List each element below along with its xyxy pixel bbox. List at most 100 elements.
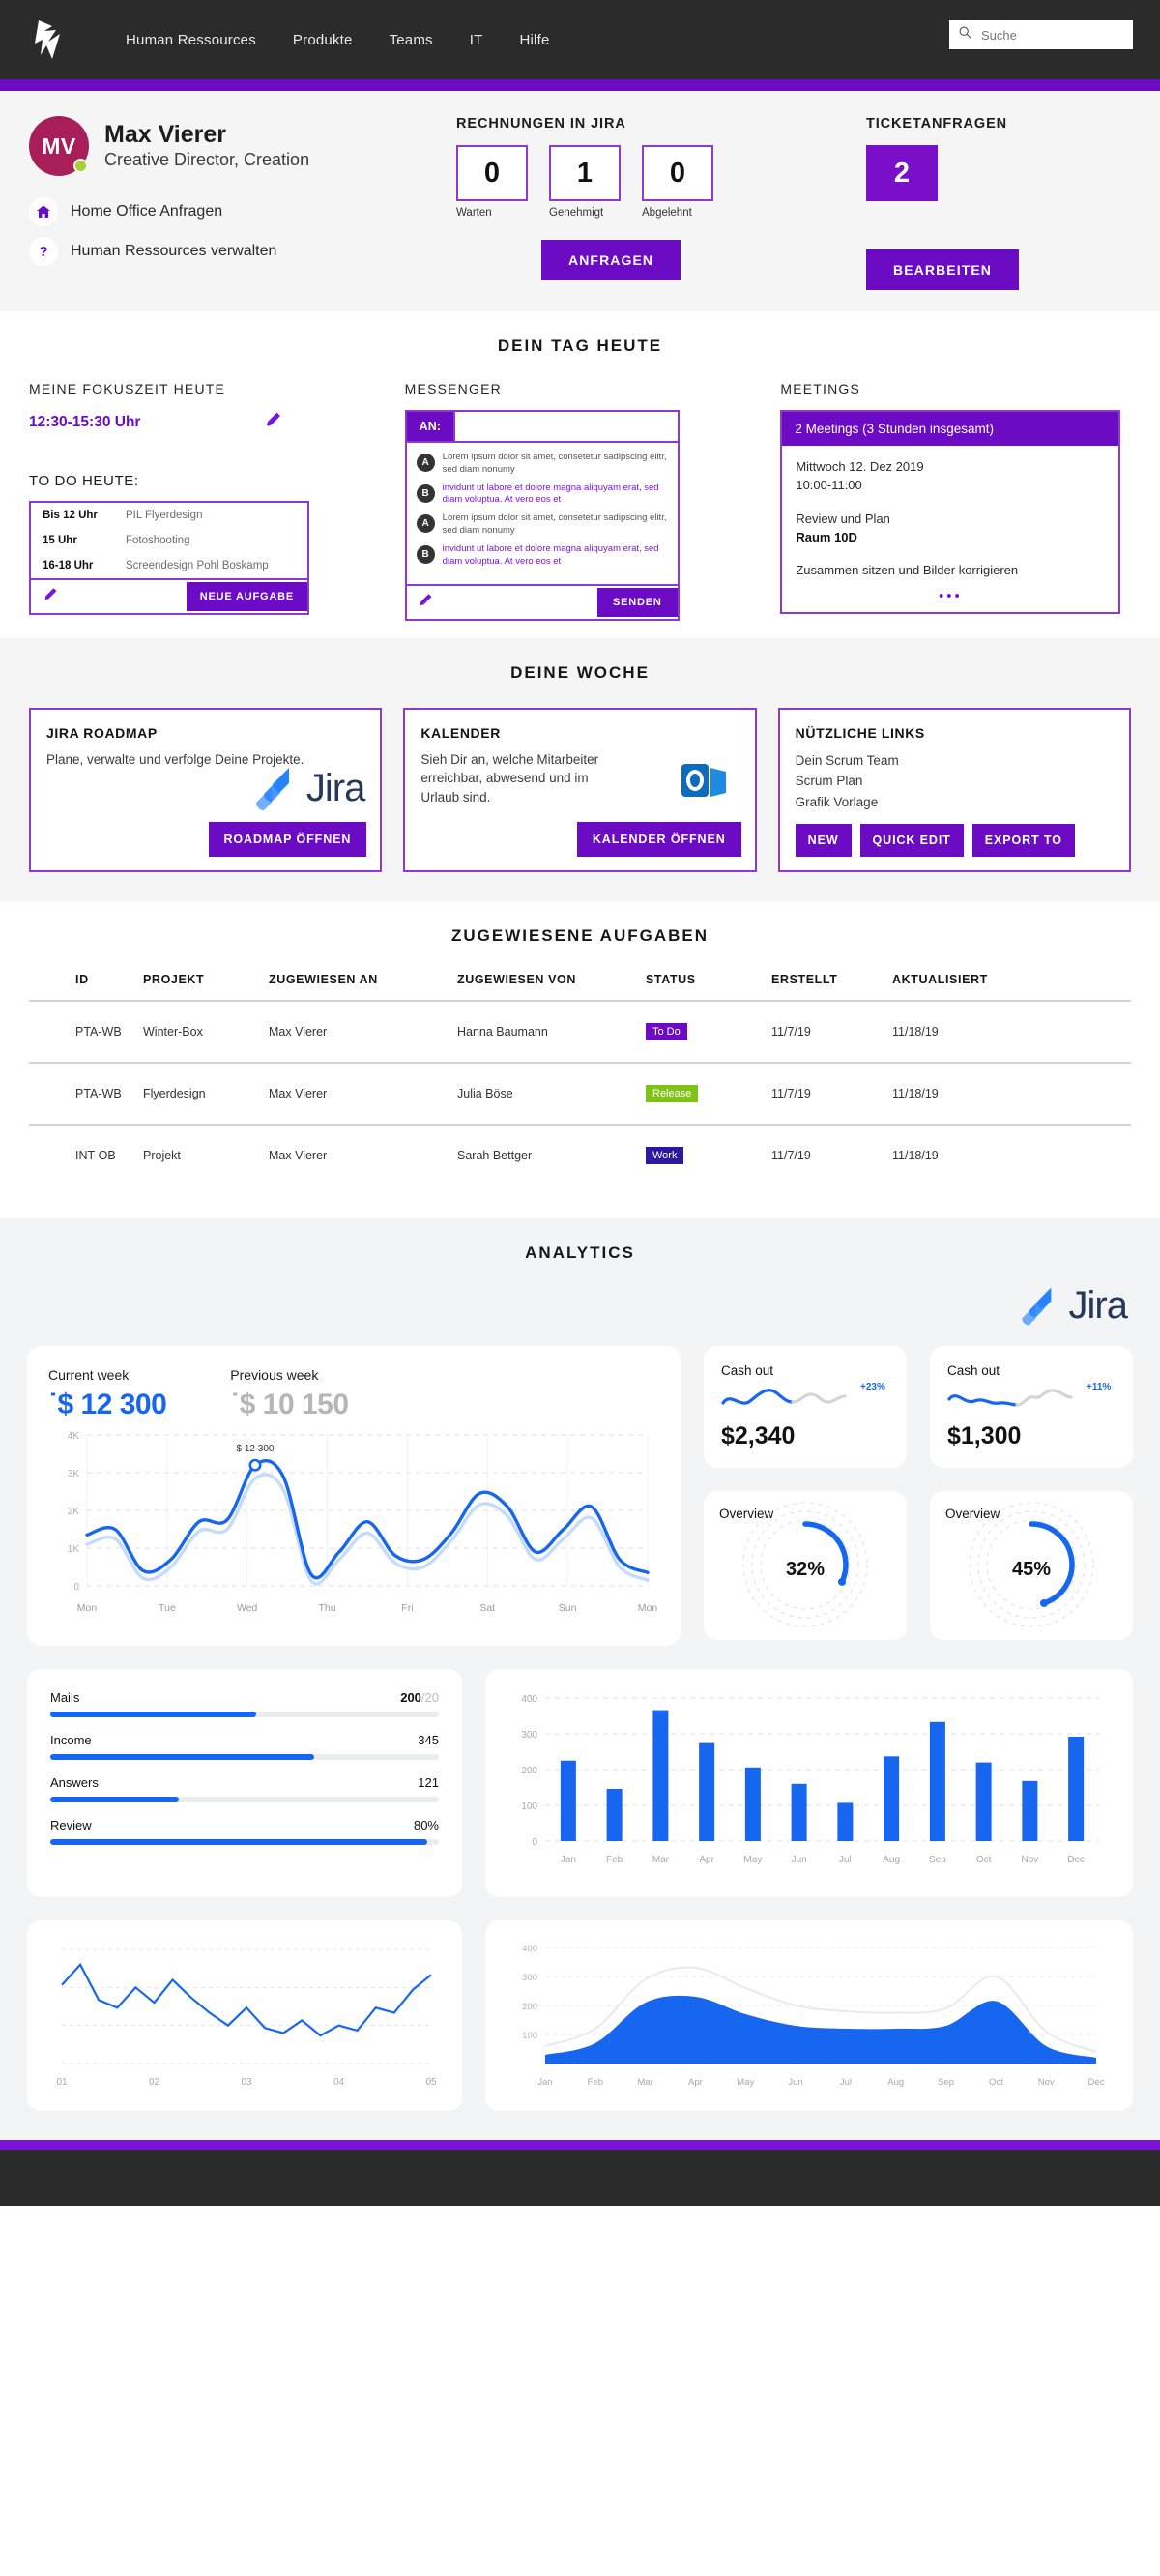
cell-status: To Do	[646, 999, 771, 1063]
svg-text:Dec: Dec	[1088, 2077, 1105, 2088]
card-kalender: KALENDER Sieh Dir an, welche Mitarbeiter…	[403, 707, 757, 872]
svg-text:0: 0	[73, 1582, 79, 1593]
nav-link-human-ressources[interactable]: Human Ressources	[126, 32, 256, 48]
progress-label: Review	[50, 1817, 92, 1832]
nav-link-teams[interactable]: Teams	[390, 32, 433, 48]
avatar[interactable]: MV	[29, 116, 89, 176]
progress-label: Mails	[50, 1689, 80, 1705]
cell-id: PTA-WB	[29, 999, 143, 1063]
today-heading: DEIN TAG HEUTE	[497, 337, 663, 355]
cell-status: Work	[646, 1123, 771, 1186]
tickets-panel: TICKETANFRAGEN 2 BEARBEITEN	[841, 116, 1131, 290]
col-status[interactable]: STATUS	[646, 973, 771, 1001]
search-icon	[959, 26, 972, 44]
progress-value: 121	[418, 1774, 439, 1790]
col-id[interactable]: ID	[29, 973, 143, 1001]
svg-text:3K: 3K	[68, 1469, 80, 1479]
messenger-box: AN: A Lorem ipsum dolor sit amet, conset…	[404, 410, 680, 621]
col-aktualisiert[interactable]: AKTUALISIERT	[892, 973, 1131, 1001]
search-input[interactable]	[979, 26, 1123, 44]
cell-aktualisiert: 11/18/19	[892, 1123, 1131, 1186]
messenger-to-input[interactable]	[452, 412, 678, 441]
nav-link-hilfe[interactable]: Hilfe	[519, 32, 549, 48]
kalender-oeffnen-button[interactable]: KALENDER ÖFFNEN	[576, 821, 741, 857]
bearbeiten-button[interactable]: BEARBEITEN	[866, 249, 1020, 290]
meetings-title: MEETINGS	[780, 381, 861, 396]
todo-title: TO DO HEUTE:	[29, 473, 139, 489]
todo-item[interactable]: 15 Uhr Fotoshooting	[31, 528, 307, 553]
todo-item[interactable]: Bis 12 Uhr PIL Flyerdesign	[31, 503, 307, 528]
todo-item[interactable]: 16-18 Uhr Screendesign Pohl Boskamp	[31, 553, 307, 578]
svg-text:Jul: Jul	[840, 2077, 852, 2088]
action-home-office-anfragen[interactable]: Home Office Anfragen	[29, 197, 435, 226]
cell-zugewiesen-von: Sarah Bettger	[457, 1123, 646, 1186]
todo-time: 15 Uhr	[43, 535, 77, 546]
neue-aufgabe-button[interactable]: NEUE AUFGABE	[186, 582, 307, 611]
meetings-box: 2 Meetings (3 Stunden insgesamt) Mittwoc…	[780, 410, 1121, 615]
action-human-ressources-verwalten[interactable]: ? Human Ressources verwalten	[29, 237, 435, 266]
nav-link-it[interactable]: IT	[470, 32, 483, 48]
roadmap-oeffnen-button[interactable]: ROADMAP ÖFFNEN	[208, 821, 367, 857]
useful-link[interactable]: Dein Scrum Team	[796, 750, 1114, 772]
todo-box: Bis 12 Uhr PIL Flyerdesign 15 Uhr Fotosh…	[29, 501, 309, 615]
svg-text:100: 100	[522, 2031, 537, 2041]
stat-warten[interactable]: 0 Warten	[456, 145, 528, 219]
col-projekt[interactable]: PROJEKT	[143, 973, 269, 1001]
export-to-button[interactable]: EXPORT TO	[972, 823, 1075, 857]
svg-text:400: 400	[521, 1694, 537, 1705]
origami-bird-logo[interactable]	[27, 15, 77, 65]
cell-erstellt: 11/7/19	[771, 1061, 892, 1125]
useful-link[interactable]: Grafik Vorlage	[796, 792, 1114, 813]
status-badge: Release	[646, 1084, 699, 1102]
cell-zugewiesen-von: Hanna Baumann	[457, 999, 646, 1063]
previous-week-label: Previous week	[230, 1366, 319, 1383]
svg-text:Aug: Aug	[887, 2077, 904, 2088]
nav-link-produkte[interactable]: Produkte	[293, 32, 353, 48]
quick-edit-button[interactable]: QUICK EDIT	[859, 823, 964, 857]
anfragen-button[interactable]: ANFRAGEN	[541, 240, 682, 280]
table-row[interactable]: PTA-WB Flyerdesign Max Vierer Julia Böse…	[29, 1061, 1131, 1125]
svg-text:1K: 1K	[68, 1544, 80, 1555]
svg-text:Apr: Apr	[699, 1855, 714, 1865]
table-row[interactable]: PTA-WB Winter-Box Max Vierer Hanna Bauma…	[29, 999, 1131, 1063]
col-zugewiesen-an[interactable]: ZUGEWIESEN AN	[269, 973, 457, 1001]
cash-out-value: $1,300	[947, 1421, 1022, 1449]
progress-track	[50, 1796, 439, 1802]
pencil-icon[interactable]	[407, 586, 445, 619]
pencil-icon[interactable]	[31, 580, 71, 613]
new-button[interactable]: NEW	[795, 823, 852, 857]
card-nuetzliche-links: NÜTZLICHE LINKS Dein Scrum Team Scrum Pl…	[777, 707, 1131, 872]
svg-text:300: 300	[522, 1973, 537, 1983]
jira-wordmark: Jira	[1068, 1284, 1128, 1327]
trend-line-chart: 01 02 03 04 05	[56, 1948, 437, 2088]
status-badge: Work	[646, 1146, 684, 1164]
top-navigation-bar: Human Ressources Produkte Teams IT Hilfe	[0, 0, 1160, 79]
cell-status: Release	[646, 1061, 771, 1125]
table-row[interactable]: INT-OB Projekt Max Vierer Sarah Bettger …	[29, 1123, 1131, 1186]
carousel-dots[interactable]: •••	[782, 586, 1118, 612]
sparkline-chart-2	[947, 1388, 1073, 1407]
stat-abgelehnt[interactable]: 0 Abgelehnt	[642, 145, 713, 219]
card-text: Sieh Dir an, welche Mitarbeiter erreichb…	[420, 751, 599, 805]
svg-text:Jun: Jun	[792, 1855, 807, 1865]
focus-time: 12:30-15:30 Uhr	[29, 413, 141, 430]
stat-genehmigt[interactable]: 1 Genehmigt	[549, 145, 621, 219]
useful-link[interactable]: Scrum Plan	[796, 771, 1114, 792]
search-box[interactable]	[949, 20, 1133, 49]
col-zugewiesen-von[interactable]: ZUGEWIESEN VON	[457, 973, 646, 1001]
cash-out-delta: +11%	[1087, 1381, 1112, 1392]
ticket-count[interactable]: 2	[866, 145, 938, 201]
message-text: Lorem ipsum dolor sit amet, consetetur s…	[442, 452, 667, 475]
outlook-logo	[678, 754, 730, 811]
cash-out-card-1: Cash out +23% $2,340	[704, 1345, 907, 1468]
senden-button[interactable]: SENDEN	[597, 587, 678, 617]
col-erstellt[interactable]: ERSTELLT	[771, 973, 892, 1001]
svg-text:200: 200	[522, 2002, 537, 2012]
svg-text:300: 300	[521, 1730, 537, 1741]
meeting-note: Zusammen sitzen und Bilder korrigieren	[796, 563, 1019, 578]
pencil-icon[interactable]	[264, 410, 283, 434]
week-section: DEINE WOCHE JIRA ROADMAP Plane, verwalte…	[0, 637, 1160, 901]
focus-column: MEINE FOKUSZEIT HEUTE 12:30-15:30 Uhr TO…	[29, 381, 380, 621]
tasks-heading: ZUGEWIESENE AUFGABEN	[450, 925, 710, 945]
progress-row-review: Review 80%	[50, 1818, 439, 1845]
